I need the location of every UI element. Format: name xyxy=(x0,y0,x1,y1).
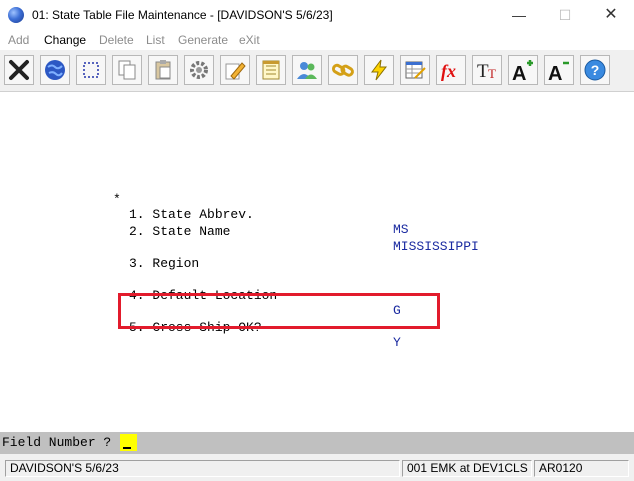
copy-icon[interactable] xyxy=(112,55,142,85)
status-bar: DAVIDSON'S 5/6/23 001 EMK at DEV1CLS AR0… xyxy=(0,454,634,481)
field-row-cross-ship[interactable]: 5. Cross Ship OK? Y xyxy=(0,305,401,350)
prompt-bar: Field Number ? xyxy=(0,432,634,454)
current-field-marker: * xyxy=(113,192,121,207)
edit-pencil-icon[interactable] xyxy=(220,55,250,85)
chain-link-icon[interactable] xyxy=(328,55,358,85)
window-title: 01: State Table File Maintenance - [DAVI… xyxy=(32,8,333,22)
notepad-icon[interactable] xyxy=(256,55,286,85)
svg-text:A: A xyxy=(512,63,526,82)
lightning-icon[interactable] xyxy=(364,55,394,85)
globe-icon[interactable] xyxy=(40,55,70,85)
menu-delete[interactable]: Delete xyxy=(99,33,134,47)
menu-add[interactable]: Add xyxy=(8,33,29,47)
title-bar[interactable]: 01: State Table File Maintenance - [DAVI… xyxy=(0,0,634,30)
function-fx-icon[interactable]: fx xyxy=(436,55,466,85)
field-value: Y xyxy=(393,335,401,350)
menu-bar: Add Change Delete List Generate eXit xyxy=(0,30,634,50)
menu-list[interactable]: List xyxy=(146,33,165,47)
field-label: 3. Region xyxy=(129,256,200,271)
spreadsheet-edit-icon[interactable] xyxy=(400,55,430,85)
text-cursor xyxy=(123,447,131,449)
svg-text:A: A xyxy=(548,63,562,82)
status-user: 001 EMK at DEV1CLS xyxy=(402,460,532,477)
form-content: * 1. State Abbrev. MS 2. State Name MISS… xyxy=(0,92,634,432)
field-row-region[interactable]: 3. Region xyxy=(0,241,199,271)
svg-text:T: T xyxy=(488,66,496,81)
font-decrease-icon[interactable]: A xyxy=(544,55,574,85)
status-company: DAVIDSON'S 5/6/23 xyxy=(5,460,400,477)
menu-generate[interactable]: Generate xyxy=(178,33,228,47)
field-row-state-abbrev[interactable]: * 1. State Abbrev. MS xyxy=(0,177,409,237)
svg-text:?: ? xyxy=(591,62,600,78)
users-icon[interactable] xyxy=(292,55,322,85)
field-label: 2. State Name xyxy=(129,224,231,239)
field-label: 1. State Abbrev. xyxy=(129,207,254,222)
field-value: MS xyxy=(393,222,409,237)
field-value: MISSISSIPPI xyxy=(393,239,479,254)
toolbar: fx TT A A ? xyxy=(0,50,634,92)
svg-text:fx: fx xyxy=(441,61,456,81)
field-row-default-location[interactable]: 4. Default Location G xyxy=(0,273,401,318)
minimize-button[interactable]: — xyxy=(496,0,542,30)
font-increase-icon[interactable]: A xyxy=(508,55,538,85)
paste-icon[interactable] xyxy=(148,55,178,85)
highlight-box xyxy=(118,293,440,329)
app-globe-icon xyxy=(8,7,24,23)
field-row-state-name[interactable]: 2. State Name MISSISSIPPI xyxy=(0,209,479,254)
field-number-prompt: Field Number ? xyxy=(2,435,112,450)
settings-gear-icon[interactable] xyxy=(184,55,214,85)
select-box-icon[interactable] xyxy=(76,55,106,85)
maximize-button[interactable]: ☐ xyxy=(542,0,588,30)
menu-exit[interactable]: eXit xyxy=(239,33,260,47)
text-size-icon[interactable]: TT xyxy=(472,55,502,85)
close-button[interactable]: ✕ xyxy=(588,0,634,30)
help-icon[interactable]: ? xyxy=(580,55,610,85)
menu-change[interactable]: Change xyxy=(44,33,86,47)
status-program: AR0120 xyxy=(534,460,629,477)
close-x-icon[interactable] xyxy=(4,55,34,85)
